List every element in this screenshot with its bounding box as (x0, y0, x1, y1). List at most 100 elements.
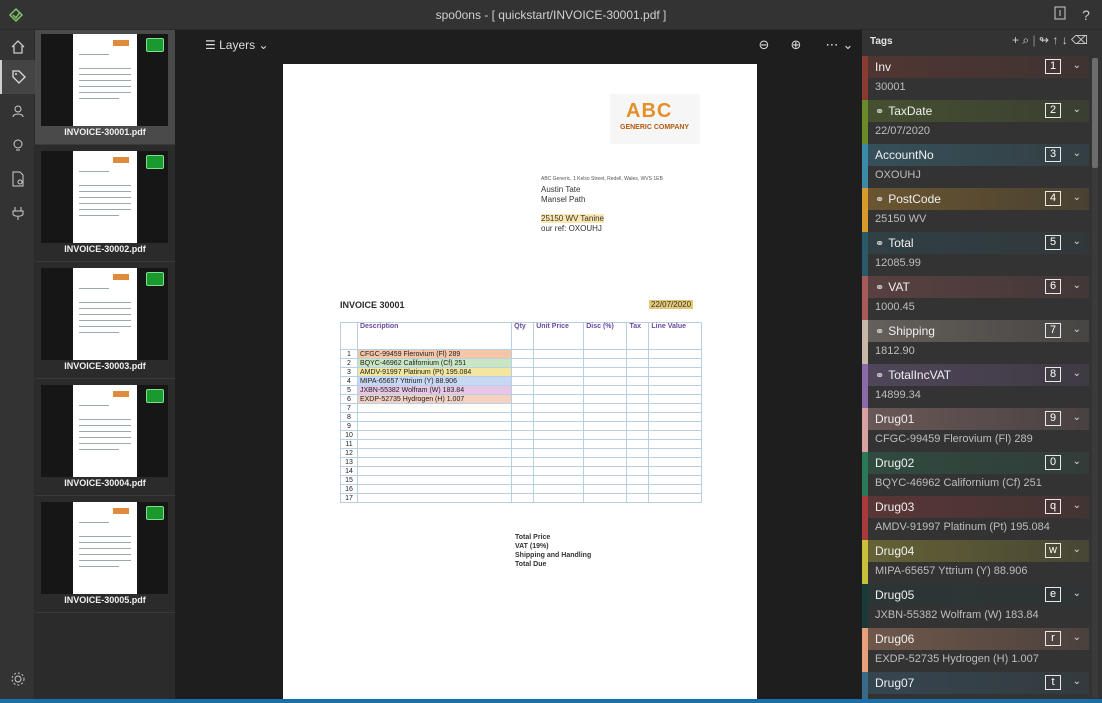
chevron-down-icon[interactable]: ⌄ (1073, 588, 1081, 599)
table-row: 17 (340, 493, 702, 503)
thumbnail-invoice-30002[interactable]: INVOICE-30002.pdf (35, 147, 175, 262)
tag-header[interactable]: AccountNo 3 ⌄ (868, 144, 1089, 166)
chevron-down-icon[interactable]: ⌄ (1073, 280, 1081, 291)
chevron-down-icon[interactable]: ⌄ (1073, 60, 1081, 71)
total-price-label: Total Price (515, 534, 551, 541)
tag-hotkey: w (1045, 543, 1061, 558)
chevron-down-icon[interactable]: ⌄ (1073, 104, 1081, 115)
thumbnail-invoice-30005[interactable]: INVOICE-30005.pdf (35, 498, 175, 613)
table-cell: 8 (340, 412, 358, 422)
tag-header[interactable]: Drug01 9 ⌄ (868, 408, 1089, 430)
tag-item[interactable]: Drug06 r ⌄ EXDP-52735 Hydrogen (H) 1.007 (862, 628, 1090, 672)
tag-header[interactable]: Drug07 t ⌄ (868, 672, 1089, 694)
tag-header[interactable]: ⚭ Total 5 ⌄ (868, 232, 1089, 254)
table-cell (626, 367, 650, 377)
zoom-out-icon[interactable]: ⊖ (755, 37, 773, 53)
tag-item[interactable]: Drug01 9 ⌄ CFGC-99459 Flerovium (Fl) 289 (862, 408, 1090, 452)
tag-item[interactable]: Drug04 w ⌄ MIPA-65657 Yttrium (Y) 88.906 (862, 540, 1090, 584)
table-cell (356, 430, 513, 440)
table-cell: 5 (340, 385, 358, 395)
keyboard-shortcuts-icon[interactable] (1051, 6, 1069, 24)
chevron-down-icon[interactable]: ⌄ (839, 37, 857, 53)
tag-header[interactable]: Drug06 r ⌄ (868, 628, 1089, 650)
tag-header[interactable]: Drug02 0 ⌄ (868, 452, 1089, 474)
table-cell (648, 457, 702, 467)
table-cell (533, 484, 585, 494)
table-header-cell: Qty (511, 322, 535, 350)
tag-label: ⚭ TotalIncVAT (875, 368, 951, 382)
tag-item[interactable]: Drug05 e ⌄ JXBN-55382 Wolfram (W) 183.84 (862, 584, 1090, 628)
move-up-icon[interactable]: ↑ (1052, 33, 1058, 47)
lock-tag-icon[interactable]: ↬ (1039, 33, 1049, 47)
add-tag-icon[interactable]: + (1012, 33, 1019, 47)
tag-header[interactable]: Inv 1 ⌄ (868, 56, 1089, 78)
tag-header[interactable]: Drug04 w ⌄ (868, 540, 1089, 562)
tag-item[interactable]: ⚭ TaxDate 2 ⌄ 22/07/2020 (862, 100, 1090, 144)
chevron-down-icon[interactable]: ⌄ (1073, 456, 1081, 467)
help-icon[interactable]: ? (1077, 6, 1095, 24)
chevron-down-icon[interactable]: ⌄ (1073, 148, 1081, 159)
layers-dropdown[interactable]: ☰ Layers ⌄ (205, 38, 269, 52)
toolbar-separator: | (1032, 33, 1036, 47)
thumbnail-invoice-30004[interactable]: INVOICE-30004.pdf (35, 381, 175, 496)
chevron-down-icon[interactable]: ⌄ (1073, 632, 1081, 643)
search-tag-icon[interactable]: ⌕ (1022, 33, 1029, 47)
tag-item[interactable]: Drug02 0 ⌄ BQYC-46962 Californium (Cf) 251 (862, 452, 1090, 496)
tag-item[interactable]: AccountNo 3 ⌄ OXOUHJ (862, 144, 1090, 188)
tag-hotkey: t (1045, 675, 1061, 690)
tag-item[interactable]: ⚭ Total 5 ⌄ 12085.99 (862, 232, 1090, 276)
invoice-title: INVOICE 30001 (340, 300, 405, 310)
chevron-down-icon[interactable]: ⌄ (1073, 676, 1081, 687)
move-down-icon[interactable]: ↓ (1062, 33, 1068, 47)
thumbnail-invoice-30003[interactable]: INVOICE-30003.pdf (35, 264, 175, 379)
scrollbar-thumb[interactable] (1092, 58, 1098, 168)
left-nav-rail (0, 30, 35, 703)
tag-header[interactable]: ⚭ PostCode 4 ⌄ (868, 188, 1089, 210)
tag-header[interactable]: ⚭ Shipping 7 ⌄ (868, 320, 1089, 342)
table-cell (626, 475, 650, 485)
tag-item[interactable]: ⚭ VAT 6 ⌄ 1000.45 (862, 276, 1090, 320)
thumbnail-invoice-30001[interactable]: INVOICE-30001.pdf (35, 30, 175, 145)
chevron-down-icon[interactable]: ⌄ (1073, 412, 1081, 423)
table-cell (648, 376, 702, 386)
tags-scrollbar[interactable] (1092, 58, 1098, 698)
chevron-down-icon[interactable]: ⌄ (1073, 544, 1081, 555)
lightbulb-icon[interactable] (0, 128, 35, 162)
tag-item[interactable]: ⚭ PostCode 4 ⌄ 25150 WV (862, 188, 1090, 232)
tag-header[interactable]: ⚭ VAT 6 ⌄ (868, 276, 1089, 298)
chevron-down-icon[interactable]: ⌄ (1073, 368, 1081, 379)
connections-icon[interactable] (0, 94, 35, 128)
layers-label: Layers (219, 38, 256, 52)
tag-item[interactable]: ⚭ Shipping 7 ⌄ 1812.90 (862, 320, 1090, 364)
zoom-in-icon[interactable]: ⊕ (787, 37, 805, 53)
chevron-down-icon[interactable]: ⌄ (1073, 324, 1081, 335)
table-row: 15 (340, 475, 702, 485)
home-icon[interactable] (0, 30, 35, 64)
settings-icon[interactable] (0, 662, 35, 696)
tag-header[interactable]: ⚭ TaxDate 2 ⌄ (868, 100, 1089, 122)
title-bar: spo0ons - [ quickstart/INVOICE-30001.pdf… (0, 0, 1102, 30)
table-cell (648, 394, 702, 404)
tag-value: MIPA-65657 Yttrium (Y) 88.906 (875, 565, 1028, 577)
delete-tag-icon[interactable]: ⌫ (1071, 33, 1088, 47)
chevron-down-icon[interactable]: ⌄ (1073, 236, 1081, 247)
tag-header[interactable]: ⚭ TotalIncVAT 8 ⌄ (868, 364, 1089, 386)
table-row: 4 MIPA-65657 Yttrium (Y) 88.906 (340, 376, 702, 386)
tag-name: Drug05 (875, 588, 915, 602)
tag-header[interactable]: Drug03 q ⌄ (868, 496, 1089, 518)
document-settings-icon[interactable] (0, 162, 35, 196)
tag-header[interactable]: Drug05 e ⌄ (868, 584, 1089, 606)
table-cell (648, 412, 702, 422)
tag-item[interactable]: Inv 1 ⌄ 30001 (862, 56, 1090, 100)
tag-item[interactable]: ⚭ TotalIncVAT 8 ⌄ 14899.34 (862, 364, 1090, 408)
plug-icon[interactable] (0, 196, 35, 230)
tag-name: TotalIncVAT (888, 368, 952, 382)
chevron-down-icon[interactable]: ⌄ (1073, 192, 1081, 203)
table-cell (356, 439, 513, 449)
chevron-down-icon[interactable]: ⌄ (1073, 500, 1081, 511)
table-cell: 16 (340, 484, 358, 494)
table-row: 16 (340, 484, 702, 494)
tag-value: 14899.34 (875, 389, 921, 401)
tag-item[interactable]: Drug03 q ⌄ AMDV-91997 Platinum (Pt) 195.084 (862, 496, 1090, 540)
tag-icon[interactable] (0, 60, 35, 94)
